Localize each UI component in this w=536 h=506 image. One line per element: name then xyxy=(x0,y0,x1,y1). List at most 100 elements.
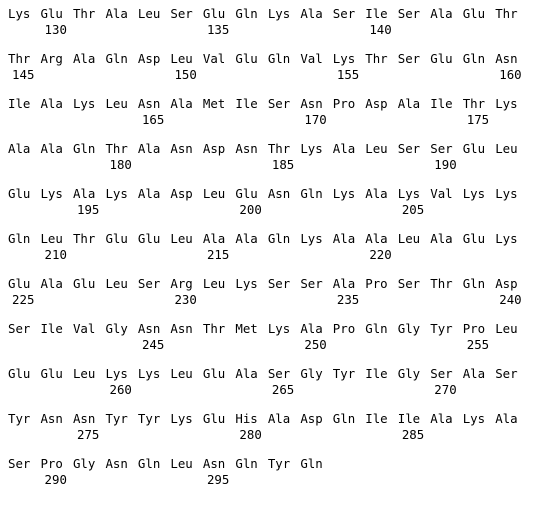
position-number: 215 xyxy=(206,247,230,262)
residue: His xyxy=(235,411,258,426)
sequence-block: Glu Ala Glu Leu Ser Arg Leu Lys Ser Ser Ala Pro Ser T… xyxy=(0,276,536,321)
position-number-line: 245 250 255 xyxy=(8,337,536,353)
residue: Glu xyxy=(462,141,486,156)
residue: Ala xyxy=(397,96,421,111)
residue: Glu xyxy=(235,51,258,66)
residue: Glu xyxy=(40,6,63,21)
position-number: 230 xyxy=(174,292,197,307)
position-number-line: 260 265 270 xyxy=(8,382,536,398)
residue: Asp xyxy=(495,276,518,291)
residue: Leu xyxy=(202,276,226,291)
residue: Leu xyxy=(170,231,193,246)
residue: Ser xyxy=(8,456,31,471)
residue: Lys xyxy=(105,366,128,381)
residue: Ser xyxy=(397,141,421,156)
residue: Ser xyxy=(137,276,161,291)
position-number: 235 xyxy=(336,292,360,307)
residue-line: Glu Ala Glu Leu Ser Arg Leu Lys Ser Ser Ala Pro Ser T… xyxy=(8,276,536,292)
residue: Val xyxy=(202,51,226,66)
residue: Pro xyxy=(332,321,356,336)
residue-line: Glu Glu Leu Lys Lys Leu Glu Ala Ser Gly Tyr Ile Gly S… xyxy=(8,366,536,382)
residue: Gln xyxy=(235,6,258,21)
sequence-block: Ile Ala Lys Leu Asn Ala Met Ile Ser Asn Pro Asp Ala I… xyxy=(0,96,536,141)
residue: Ala xyxy=(267,411,291,426)
residue: Lys xyxy=(495,96,518,111)
residue: Lys xyxy=(137,366,161,381)
residue: Gln xyxy=(137,456,161,471)
residue: Lys xyxy=(267,6,291,21)
residue: Leu xyxy=(202,186,226,201)
residue: Lys xyxy=(105,186,128,201)
sequence-block: Glu Glu Leu Lys Lys Leu Glu Ala Ser Gly Tyr Ile Gly S… xyxy=(0,366,536,411)
residue-line: Ala Ala Gln Thr Ala Asn Asp Asn Thr Lys Ala Leu Ser S… xyxy=(8,141,536,157)
position-number: 195 xyxy=(77,202,100,217)
residue: Glu xyxy=(430,51,453,66)
residue: Ala xyxy=(332,276,356,291)
residue: Glu xyxy=(8,186,31,201)
position-number: 275 xyxy=(77,427,100,442)
residue: Ala xyxy=(462,366,486,381)
residue: Gln xyxy=(462,51,486,66)
residue: Asp xyxy=(170,186,193,201)
residue: Leu xyxy=(170,366,193,381)
residue: Tyr xyxy=(137,411,161,426)
sequence-block: Ser Ile Val Gly Asn Asn Thr Met Lys Ala Pro Gln Gly T… xyxy=(0,321,536,366)
residue: Ala xyxy=(430,231,453,246)
residue: Ala xyxy=(300,321,323,336)
residue: Arg xyxy=(40,51,63,66)
residue: Ala xyxy=(170,96,193,111)
residue: Ala xyxy=(365,186,388,201)
residue: Tyr xyxy=(105,411,128,426)
residue: Leu xyxy=(397,231,421,246)
residue: Lys xyxy=(462,186,486,201)
residue: Ala xyxy=(40,96,63,111)
residue: Leu xyxy=(105,96,128,111)
residue: Gln xyxy=(235,456,258,471)
position-number: 250 xyxy=(304,337,327,352)
residue: Ala xyxy=(300,6,323,21)
position-number: 265 xyxy=(271,382,295,397)
position-number: 155 xyxy=(336,67,360,82)
residue: Thr xyxy=(267,141,291,156)
residue-line: Ser Pro Gly Asn Gln Leu Asn Gln Tyr Gln xyxy=(8,456,536,472)
position-number: 270 xyxy=(434,382,457,397)
residue: Ser xyxy=(430,141,453,156)
residue: Lys xyxy=(300,141,323,156)
position-number: 180 xyxy=(109,157,132,172)
residue: Tyr xyxy=(332,366,356,381)
residue: Lys xyxy=(235,276,258,291)
sequence-block: Ala Ala Gln Thr Ala Asn Asp Asn Thr Lys Ala Leu Ser S… xyxy=(0,141,536,186)
residue: Gln xyxy=(365,321,388,336)
sequence-block: Lys Glu Thr Ala Leu Ser Glu Gln Lys Ala Ser Ile Ser A… xyxy=(0,6,536,51)
residue: Gly xyxy=(397,366,421,381)
residue: Ser xyxy=(430,366,453,381)
residue: Thr xyxy=(495,6,518,21)
residue: Ile xyxy=(235,96,258,111)
position-number: 285 xyxy=(401,427,425,442)
position-number-line: 290 295 xyxy=(8,472,536,488)
residue: Tyr xyxy=(8,411,31,426)
residue: Gln xyxy=(332,411,356,426)
position-number: 200 xyxy=(239,202,262,217)
residue: Tyr xyxy=(267,456,291,471)
residue: Ser xyxy=(495,366,518,381)
position-number: 240 xyxy=(499,292,522,307)
position-number: 280 xyxy=(239,427,262,442)
residue: Glu xyxy=(8,366,31,381)
position-number-line: 165 170 175 xyxy=(8,112,536,128)
position-number: 170 xyxy=(304,112,327,127)
residue: Met xyxy=(202,96,226,111)
residue: Gln xyxy=(267,231,291,246)
residue: Gly xyxy=(72,456,96,471)
residue: Thr xyxy=(8,51,31,66)
residue: Lys xyxy=(40,186,63,201)
residue: Leu xyxy=(137,6,161,21)
position-number: 295 xyxy=(206,472,230,487)
position-number: 145 xyxy=(12,67,35,82)
position-number: 290 xyxy=(44,472,67,487)
residue: Pro xyxy=(462,321,486,336)
residue: Ile xyxy=(40,321,63,336)
residue: Ala xyxy=(235,231,258,246)
residue: Ala xyxy=(430,411,453,426)
position-number: 150 xyxy=(174,67,197,82)
